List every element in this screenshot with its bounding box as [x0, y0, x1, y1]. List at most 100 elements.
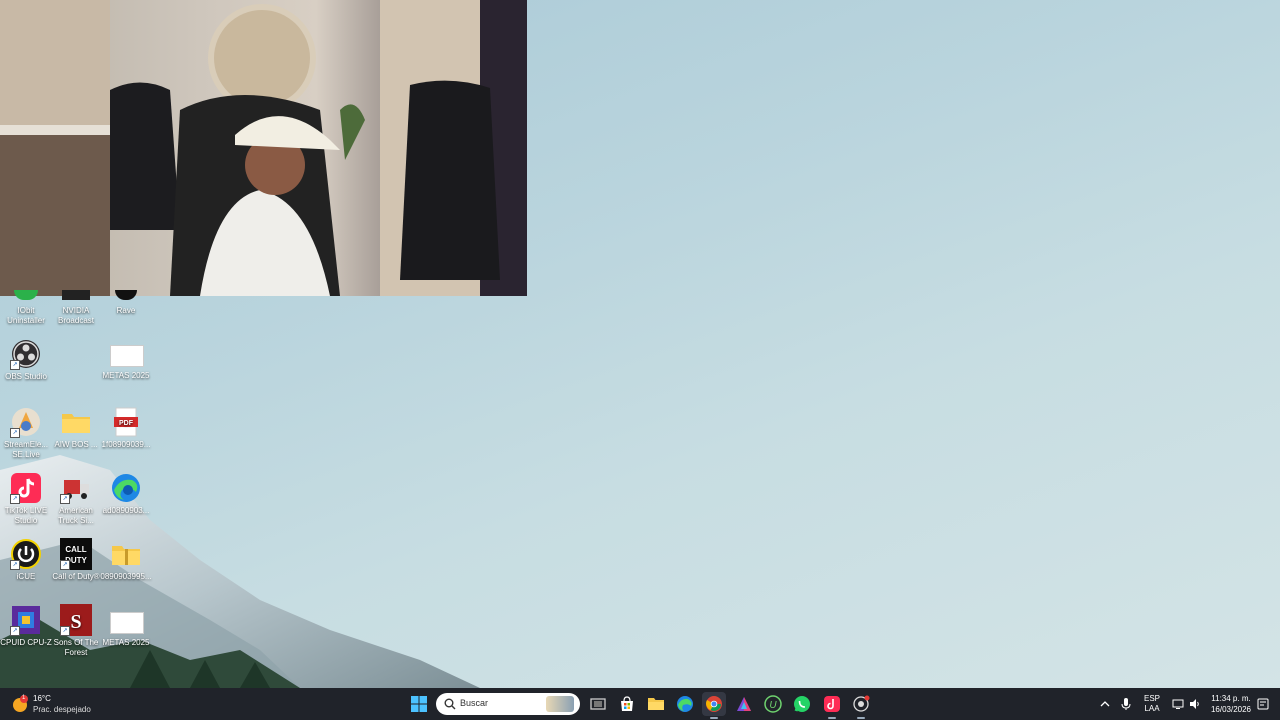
webcam-feed-image [0, 0, 527, 296]
desktop-icon-label: OBS Studio [5, 372, 47, 381]
microsoft-store-button[interactable] [615, 692, 639, 716]
text-file-icon [110, 612, 144, 636]
quick-settings-button[interactable] [1168, 688, 1204, 720]
desktop-icon-metas-2025-a[interactable]: METAS 2025 [100, 345, 152, 381]
shortcut-arrow-icon: ↗ [10, 360, 20, 370]
obs-icon: ↗ [10, 338, 42, 370]
text-file-icon [110, 345, 144, 369]
windows-logo-icon [411, 696, 427, 712]
icue-icon: ↗ [10, 538, 42, 570]
record-icon [853, 695, 870, 712]
start-button[interactable] [407, 692, 431, 716]
desktop-icon-label: 0890903995... [100, 572, 152, 581]
desktop-icon-label: StreamEle... SE.Live [3, 440, 48, 459]
desktop-icon-label: American Truck Si... [58, 506, 94, 525]
call-of-duty-icon: CALL DUTY ↗ [60, 538, 92, 570]
desktop-icon-cpuid-cpu-z[interactable]: ↗ CPUID CPU-Z [0, 604, 52, 648]
shortcut-arrow-icon: ↗ [10, 494, 20, 504]
zip-folder-icon [110, 538, 142, 570]
upwork-app-button[interactable]: U [761, 692, 785, 716]
microphone-tray-button[interactable] [1118, 688, 1134, 720]
shortcut-arrow-icon: ↗ [60, 560, 70, 570]
truck-icon: ↗ [60, 472, 92, 504]
desktop-icon-nvidia-broadcast[interactable]: NVIDIA Broadcast [50, 290, 102, 326]
weather-condition: Prac. despejado [33, 705, 91, 714]
desktop-icon-aiw-bos-folder[interactable]: AIW BOS ... [50, 406, 102, 450]
desktop-icon-iobit-uninstaller[interactable]: IObit Uninstaller [0, 290, 52, 326]
notification-icon [1257, 698, 1269, 710]
volume-icon [1189, 699, 1199, 709]
search-highlight-image [546, 696, 574, 712]
svg-text:PDF: PDF [119, 420, 134, 427]
weather-widget[interactable]: 1 16°C Prac. despejado [10, 691, 120, 717]
edge-icon [110, 472, 142, 504]
task-view-button[interactable] [586, 692, 610, 716]
whatsapp-icon [794, 696, 810, 712]
desktop-icon-tiktok-live-studio[interactable]: ↗ TikTok LIVE Studio [0, 472, 52, 526]
weather-temp: 16°C [33, 694, 51, 703]
webcam-overlay [0, 0, 527, 296]
tiktok-icon: ↗ [10, 472, 42, 504]
chrome-icon [706, 696, 722, 712]
triangle-app-icon [737, 697, 751, 711]
desktop-icon-label: METAS 2025 [102, 638, 150, 647]
language-indicator[interactable]: ESP LAA [1140, 688, 1164, 720]
shortcut-arrow-icon: ↗ [60, 494, 70, 504]
notifications-button[interactable] [1256, 688, 1270, 720]
desktop-icon-obs-studio[interactable]: ↗ OBS Studio [0, 338, 52, 382]
edge-icon [677, 696, 693, 712]
desktop-icon-label: AIW BOS ... [54, 440, 98, 449]
weather-icon [13, 695, 28, 712]
language-code: ESP [1143, 694, 1160, 703]
desktop-icon-label: NVIDIA Broadcast [57, 306, 95, 325]
tiktok-live-studio-button[interactable] [820, 692, 844, 719]
svg-text:S: S [70, 611, 81, 633]
keyboard-layout: LAA [1144, 704, 1160, 713]
clock-date: 16/03/2026 [1210, 705, 1252, 714]
store-icon [621, 696, 633, 711]
shortcut-arrow-icon: ↗ [10, 428, 20, 438]
u-circle-icon: U [764, 695, 782, 713]
whatsapp-button[interactable] [790, 692, 814, 716]
search-icon [444, 698, 456, 710]
streamelements-icon: ↗ [10, 406, 42, 438]
desktop-icon-american-truck-simulator[interactable]: ↗ American Truck Si... [50, 472, 102, 526]
desktop-icon-metas-2025-b[interactable]: METAS 2025 [100, 612, 152, 648]
edge-browser-button[interactable] [673, 692, 697, 716]
desktop-icon-label: iCUE [16, 572, 36, 581]
desktop-icon-sons-of-the-forest[interactable]: S ↗ Sons Of The Forest [50, 604, 102, 658]
microphone-icon [1121, 698, 1131, 710]
desktop-icon-rave[interactable]: Rave [100, 290, 152, 316]
desktop-icon-label: Call of Duty® [52, 572, 100, 581]
desktop-icon-pdf-file[interactable]: PDF 1f08909039... [100, 406, 152, 450]
show-hidden-icons-button[interactable] [1097, 688, 1113, 720]
desktop-icon-label: IObit Uninstaller [7, 306, 45, 325]
weather-badge: 1 [22, 695, 26, 701]
taskbar-search[interactable]: Buscar [436, 693, 580, 715]
desktop-icon-call-of-duty[interactable]: CALL DUTY ↗ Call of Duty® [50, 538, 102, 582]
desktop-icon-icue[interactable]: ↗ iCUE [0, 538, 52, 582]
desktop-icon-label: Rave [116, 306, 136, 315]
shortcut-arrow-icon: ↗ [10, 626, 20, 636]
desktop-icon-streamelements[interactable]: ↗ StreamEle... SE.Live [0, 406, 52, 460]
pdf-icon: PDF [110, 406, 142, 438]
desktop-icon-label: TikTok LIVE Studio [4, 506, 48, 525]
desktop-icon-label: METAS 2025 [102, 371, 150, 380]
tiktok-icon [824, 696, 840, 712]
prism-app-button[interactable] [732, 692, 756, 716]
sons-of-the-forest-icon: S ↗ [60, 604, 92, 636]
streaming-app-button[interactable] [849, 692, 873, 719]
svg-text:CALL: CALL [65, 545, 86, 554]
desktop-icon-label: ad0890903... [102, 506, 150, 515]
desktop-icon-edge-file[interactable]: ad0890903... [100, 472, 152, 516]
desktop-icon-label: CPUID CPU-Z [0, 638, 52, 647]
cpu-z-icon: ↗ [10, 604, 42, 636]
shortcut-arrow-icon: ↗ [10, 560, 20, 570]
file-explorer-button[interactable] [644, 692, 668, 716]
clock[interactable]: 11:34 p. m. 16/03/2026 [1206, 688, 1256, 720]
shortcut-arrow-icon: ↗ [60, 626, 70, 636]
desktop-icon-zip-folder[interactable]: 0890903995... [100, 538, 152, 582]
clock-time: 11:34 p. m. [1211, 694, 1251, 703]
folder-icon [60, 406, 92, 438]
chrome-browser-button[interactable] [702, 692, 726, 719]
